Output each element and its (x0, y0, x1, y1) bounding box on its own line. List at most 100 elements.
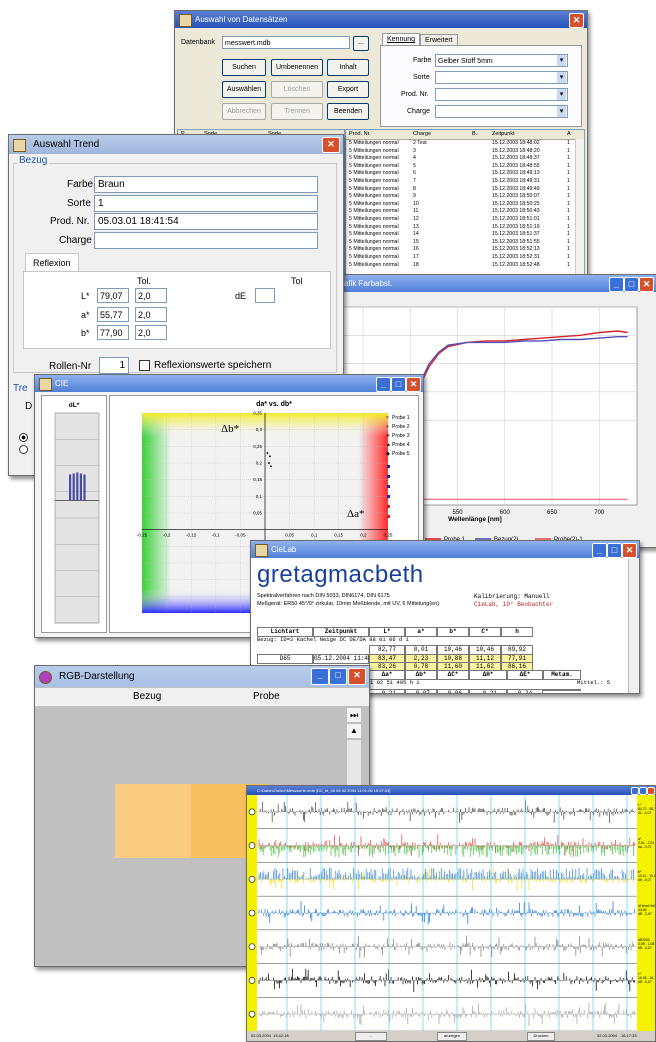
cie-chart-title: da* vs. db* (256, 401, 292, 408)
table-row[interactable]: 5 Mitteilungen normal 18 15.12.2003 18:52:… (346, 262, 584, 270)
close-icon[interactable]: ✕ (569, 13, 584, 28)
bstar-field[interactable]: 77,90 (97, 325, 129, 340)
drucken-button[interactable]: Drucken (527, 1032, 555, 1041)
tab-reflexion[interactable]: Reflexion (25, 253, 79, 272)
table-cell: 5 Mitteilungen normal (349, 215, 399, 222)
minimize-icon[interactable] (631, 787, 639, 795)
maximize-icon[interactable]: □ (607, 543, 622, 558)
report-scrollbar[interactable] (628, 559, 639, 693)
legend-marker: ◆ (386, 451, 390, 457)
maximize-icon[interactable]: □ (391, 377, 406, 392)
anzeigen-button[interactable]: anzeigen (437, 1032, 467, 1041)
cielab-window-title: CieLab (271, 545, 297, 554)
close-icon[interactable]: ✕ (406, 377, 421, 392)
grid-scrollbar[interactable] (575, 139, 584, 289)
records-grid[interactable]: Prod. Nr. Charge B.. Zeitpunkt A 5 Mitte… (345, 129, 585, 291)
band-knob-icon[interactable] (248, 875, 256, 883)
close-icon[interactable]: ✕ (639, 277, 654, 292)
y-tick-label: 0,25 (253, 444, 262, 449)
band-knob-icon[interactable] (248, 842, 256, 849)
table-cell: 15.12.2003 18:48:37 (492, 155, 540, 162)
table-row[interactable]: 5 Mitteilungen normal 12 15.12.2003 18:51:… (346, 216, 584, 224)
table-row[interactable]: 5 Mitteilungen normal 2 Test 15.12.2003 18… (346, 140, 584, 148)
beenden-button[interactable]: Beenden (327, 103, 369, 120)
minimize-icon[interactable]: _ (311, 668, 329, 685)
maximize-icon[interactable]: □ (329, 668, 347, 685)
band-knob-icon[interactable] (248, 943, 256, 951)
table-row[interactable]: 5 Mitteilungen normal 13 15.12.2003 18:51:… (346, 224, 584, 232)
table-cell: 1 (567, 261, 570, 268)
astar-tol-field[interactable]: 2,0 (135, 307, 167, 322)
rollen-field[interactable]: 1 (99, 357, 129, 374)
band-knob-icon[interactable] (248, 977, 256, 984)
auswaehlen-button[interactable]: Auswählen (222, 81, 266, 98)
inhalt-button[interactable]: Inhalt (327, 59, 369, 76)
table-cell: 15.12.2003 18:52:48 (492, 261, 540, 268)
charge-field[interactable] (94, 232, 318, 249)
trennen-button[interactable]: Trennen (271, 103, 323, 120)
legend-marker: ▲ (386, 442, 391, 448)
table-row[interactable]: 5 Mitteilungen normal 9 15.12.2003 18:50:0… (346, 193, 584, 201)
charge-select[interactable] (435, 105, 568, 118)
table-row[interactable]: 5 Mitteilungen normal 4 15.12.2003 18:48:3… (346, 155, 584, 163)
astar-field[interactable]: 55,77 (97, 307, 129, 322)
minimize-icon[interactable]: _ (609, 277, 624, 292)
table-cell: 5 Mitteilungen normal (349, 170, 399, 177)
farbe-field[interactable]: Braun (94, 176, 318, 193)
table-row[interactable]: 5 Mitteilungen normal 16 15.12.2003 18:52:… (346, 246, 584, 254)
band-knob-icon[interactable] (248, 909, 256, 917)
maximize-icon[interactable] (639, 787, 647, 795)
radio-1[interactable] (19, 433, 28, 442)
table-row[interactable]: 5 Mitteilungen normal 14 15.12.2003 18:51:… (346, 231, 584, 239)
browse-button[interactable]: ... (353, 36, 369, 51)
sorte-select[interactable] (435, 71, 568, 84)
x-tick-label: 0,25 (384, 533, 393, 538)
dots-button[interactable]: ... (355, 1032, 387, 1041)
close-icon[interactable]: ✕ (322, 137, 340, 153)
lstar-field[interactable]: 79,07 (97, 288, 129, 303)
abbrechen-button[interactable]: Abbrechen (222, 103, 266, 120)
save-reflexion-checkbox[interactable] (139, 360, 150, 371)
maximize-icon[interactable]: □ (624, 277, 639, 292)
strip-window-title: C:\Daten\Online\Messwerte.mdb [DC_M_00 0… (257, 788, 391, 793)
db-path-field[interactable]: messwert.mdb (222, 36, 350, 49)
table-cell: 0,24 (507, 689, 543, 693)
prodnr-field[interactable]: 05.03.01 18:41:54 (94, 213, 318, 230)
fast-forward-button[interactable]: ⏭ (347, 708, 361, 722)
x-tick-label: -0,05 (235, 533, 246, 538)
table-row[interactable]: 5 Mitteilungen normal 15 15.12.2003 18:51:… (346, 239, 584, 247)
radio-2[interactable] (19, 445, 28, 454)
table-row[interactable]: 5 Mitteilungen normal 6 15.12.2003 18:49:1… (346, 170, 584, 178)
table-row[interactable]: 5 Mitteilungen normal 5 15.12.2003 18:48:5… (346, 163, 584, 171)
loeschen-button[interactable]: Löschen (271, 81, 323, 98)
minimize-icon[interactable]: _ (592, 543, 607, 558)
table-row[interactable]: 5 Mitteilungen normal 8 15.12.2003 18:49:4… (346, 186, 584, 194)
umbenennen-button[interactable]: Umbenennen (271, 59, 323, 76)
minimize-icon[interactable]: _ (376, 377, 391, 392)
scroll-up-button[interactable]: ▲ (347, 724, 361, 738)
export-button[interactable]: Export (327, 81, 369, 98)
de-field[interactable] (255, 288, 275, 303)
close-icon[interactable]: ✕ (348, 668, 366, 685)
sorte-label: Sorte (67, 198, 91, 209)
lstar-tol-field[interactable]: 2,0 (135, 288, 167, 303)
dl-chart: dL* (41, 395, 107, 633)
band-knob-icon[interactable] (248, 1010, 256, 1018)
close-icon[interactable]: ✕ (622, 543, 637, 558)
table-row[interactable]: 5 Mitteilungen normal 10 15.12.2003 18:50:… (346, 201, 584, 209)
table-cell: 1 (567, 253, 570, 260)
table-row[interactable]: 5 Mitteilungen normal 11 15.12.2003 18:50:… (346, 208, 584, 216)
farbe-select[interactable]: Gelber Stoff 5mm (435, 54, 568, 67)
tab-kennung-label: Kennung (387, 36, 416, 43)
table-cell: 1 (567, 200, 570, 207)
sorte-field[interactable]: 1 (94, 195, 318, 212)
close-icon[interactable] (647, 787, 655, 795)
band-knob-icon[interactable] (248, 808, 256, 816)
bstar-tol-field[interactable]: 2,0 (135, 325, 167, 340)
suchen-button[interactable]: Suchen (222, 59, 266, 76)
table-row[interactable]: 5 Mitteilungen normal 7 15.12.2003 18:49:3… (346, 178, 584, 186)
table-cell: 5 Mitteilungen normal (349, 162, 399, 169)
table-row[interactable]: 5 Mitteilungen normal 3 15.12.2003 18:48:2… (346, 148, 584, 156)
prodnr-select[interactable] (435, 88, 568, 101)
table-row[interactable]: 5 Mitteilungen normal 17 15.12.2003 18:52:… (346, 254, 584, 262)
